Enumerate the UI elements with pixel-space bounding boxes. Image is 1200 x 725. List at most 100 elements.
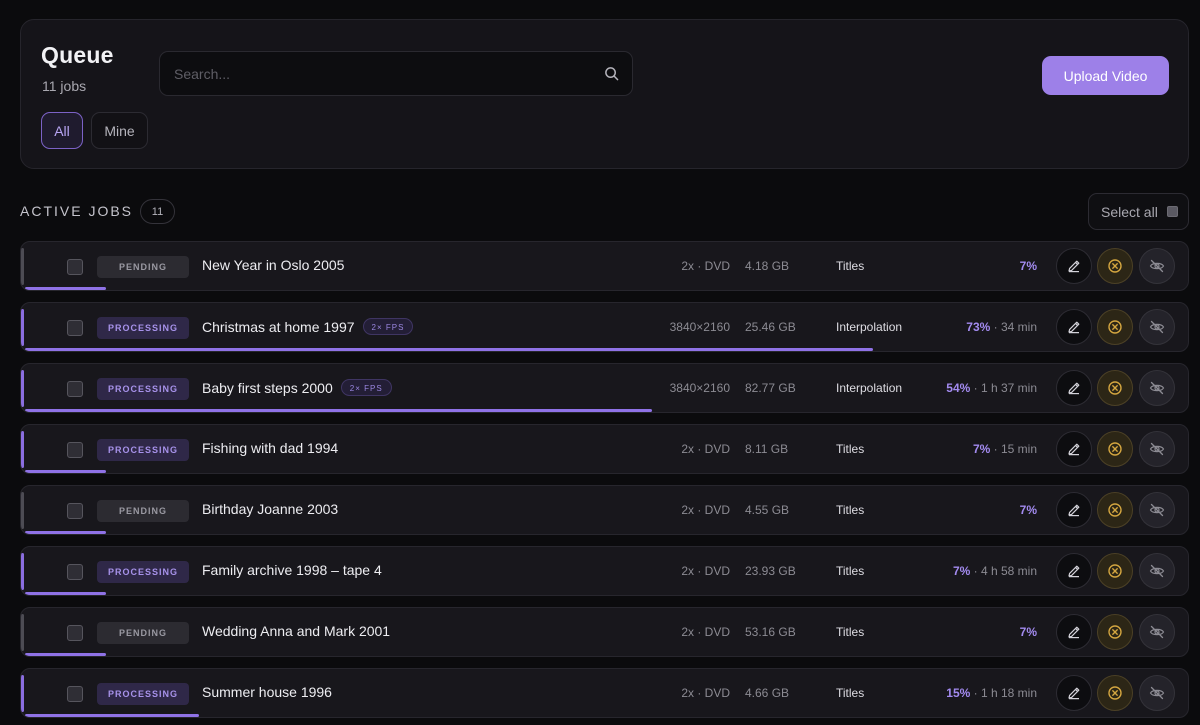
status-badge: PROCESSING xyxy=(97,317,189,339)
job-progress-bar xyxy=(25,653,106,656)
job-progress-percent: 7% xyxy=(1019,625,1037,639)
job-title: Fishing with dad 1994 xyxy=(202,440,338,456)
cancel-job-button[interactable] xyxy=(1097,614,1133,650)
job-row[interactable]: PROCESSING Fishing with dad 1994 2x · DV… xyxy=(20,424,1189,474)
hide-job-button[interactable] xyxy=(1139,492,1175,528)
filter-all-button[interactable]: All xyxy=(41,112,83,149)
job-resolution: 3840×2160 xyxy=(669,320,730,334)
search-box xyxy=(159,51,633,96)
job-title-text: Christmas at home 1997 xyxy=(202,319,355,335)
job-row[interactable]: PROCESSING Baby first steps 2000 2× FPS 3… xyxy=(20,363,1189,413)
job-progress-info: 7% xyxy=(1020,625,1037,639)
edit-button[interactable] xyxy=(1056,370,1092,406)
cancel-job-button[interactable] xyxy=(1097,370,1133,406)
cancel-job-button[interactable] xyxy=(1097,309,1133,345)
cancel-job-button[interactable] xyxy=(1097,553,1133,589)
edit-button[interactable] xyxy=(1056,492,1092,528)
job-checkbox[interactable] xyxy=(67,686,83,702)
edit-button[interactable] xyxy=(1056,675,1092,711)
pencil-icon xyxy=(1068,626,1080,639)
eye-off-icon xyxy=(1149,320,1165,334)
job-progress-bar xyxy=(25,714,199,717)
job-progress-percent: 73% xyxy=(966,320,991,334)
page-title: Queue xyxy=(41,42,114,68)
job-progress-percent: 7% xyxy=(1019,503,1037,517)
hide-job-button[interactable] xyxy=(1139,614,1175,650)
job-progress-bar xyxy=(25,409,652,412)
cancel-job-button[interactable] xyxy=(1097,675,1133,711)
queue-header-card: Queue 11 jobs All Mine Upload Video xyxy=(20,19,1189,169)
hide-job-button[interactable] xyxy=(1139,675,1175,711)
status-accent-bar xyxy=(21,370,24,407)
section-count-badge: 11 xyxy=(140,199,175,224)
cancel-job-button[interactable] xyxy=(1097,492,1133,528)
hide-job-button[interactable] xyxy=(1139,431,1175,467)
job-eta: · 4 h 58 min xyxy=(970,564,1037,578)
select-all-checkbox[interactable] xyxy=(1167,206,1178,217)
search-input[interactable] xyxy=(160,52,600,95)
job-title: Christmas at home 1997 2× FPS xyxy=(202,318,414,335)
search-icon[interactable] xyxy=(604,66,619,81)
job-mode: Interpolation xyxy=(836,381,903,395)
job-checkbox[interactable] xyxy=(67,381,83,397)
job-checkbox[interactable] xyxy=(67,503,83,519)
edit-button[interactable] xyxy=(1056,553,1092,589)
pencil-icon xyxy=(1068,443,1080,456)
job-size: 25.46 GB xyxy=(745,320,796,334)
cancel-circle-icon xyxy=(1108,564,1122,578)
job-row[interactable]: PENDING New Year in Oslo 2005 2x · DVD 4… xyxy=(20,241,1189,291)
job-title-text: Birthday Joanne 2003 xyxy=(202,501,339,517)
job-progress-bar xyxy=(25,592,106,595)
job-row[interactable]: PROCESSING Christmas at home 1997 2× FPS … xyxy=(20,302,1189,352)
job-title: New Year in Oslo 2005 xyxy=(202,257,344,273)
job-checkbox[interactable] xyxy=(67,259,83,275)
job-title: Birthday Joanne 2003 xyxy=(202,501,338,517)
hide-job-button[interactable] xyxy=(1139,553,1175,589)
eye-off-icon xyxy=(1149,686,1165,700)
job-title: Family archive 1998 – tape 4 xyxy=(202,562,382,578)
status-badge: PROCESSING xyxy=(97,561,189,583)
job-checkbox[interactable] xyxy=(67,320,83,336)
hide-job-button[interactable] xyxy=(1139,248,1175,284)
job-title: Wedding Anna and Mark 2001 xyxy=(202,623,390,639)
hide-job-button[interactable] xyxy=(1139,309,1175,345)
job-eta: · 15 min xyxy=(990,442,1037,456)
job-checkbox[interactable] xyxy=(67,625,83,641)
job-progress-percent: 15% xyxy=(946,686,971,700)
edit-button[interactable] xyxy=(1056,431,1092,467)
edit-button[interactable] xyxy=(1056,309,1092,345)
job-row[interactable]: PROCESSING Summer house 1996 2x · DVD 4.… xyxy=(20,668,1189,718)
job-size: 53.16 GB xyxy=(745,625,796,639)
job-progress-percent: 7% xyxy=(952,564,971,578)
job-row[interactable]: PENDING Wedding Anna and Mark 2001 2x · … xyxy=(20,607,1189,657)
job-title: Summer house 1996 xyxy=(202,684,332,700)
job-progress-bar xyxy=(25,531,106,534)
eye-off-icon xyxy=(1149,503,1165,517)
job-checkbox[interactable] xyxy=(67,564,83,580)
job-mode: Titles xyxy=(836,686,865,700)
cancel-job-button[interactable] xyxy=(1097,248,1133,284)
upload-video-button[interactable]: Upload Video xyxy=(1042,56,1169,95)
cancel-circle-icon xyxy=(1108,259,1122,273)
select-all-button[interactable]: Select all xyxy=(1088,193,1189,230)
edit-button[interactable] xyxy=(1056,248,1092,284)
job-resolution: 2x · DVD xyxy=(681,686,730,700)
pencil-icon xyxy=(1068,260,1080,273)
status-badge: PROCESSING xyxy=(97,378,189,400)
job-title: Baby first steps 2000 2× FPS xyxy=(202,379,392,396)
edit-button[interactable] xyxy=(1056,614,1092,650)
job-checkbox[interactable] xyxy=(67,442,83,458)
cancel-circle-icon xyxy=(1108,381,1122,395)
job-title-text: Fishing with dad 1994 xyxy=(202,440,339,456)
status-badge: PENDING xyxy=(97,256,189,278)
filter-mine-button[interactable]: Mine xyxy=(91,112,148,149)
job-progress-bar xyxy=(25,348,873,351)
job-resolution: 3840×2160 xyxy=(669,381,730,395)
hide-job-button[interactable] xyxy=(1139,370,1175,406)
job-resolution: 2x · DVD xyxy=(681,442,730,456)
job-resolution: 2x · DVD xyxy=(681,259,730,273)
job-size: 4.18 GB xyxy=(745,259,790,273)
cancel-job-button[interactable] xyxy=(1097,431,1133,467)
job-row[interactable]: PROCESSING Family archive 1998 – tape 4 … xyxy=(20,546,1189,596)
job-row[interactable]: PENDING Birthday Joanne 2003 2x · DVD 4.… xyxy=(20,485,1189,535)
